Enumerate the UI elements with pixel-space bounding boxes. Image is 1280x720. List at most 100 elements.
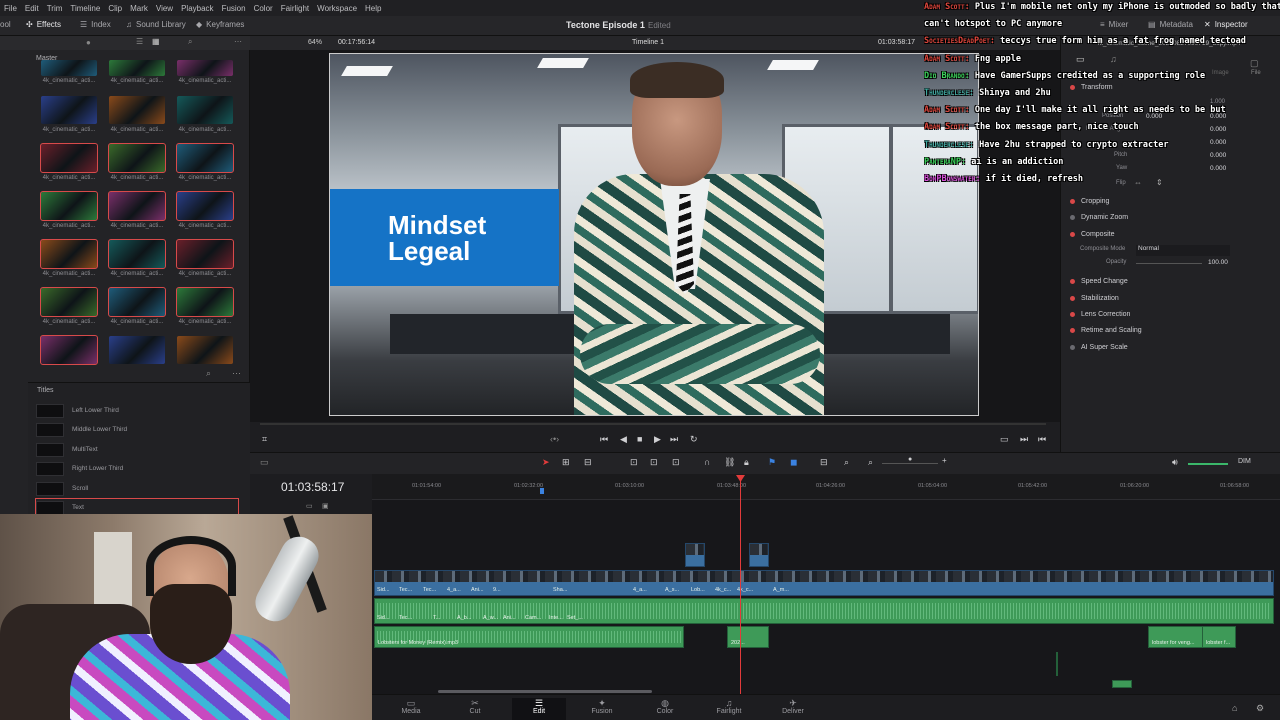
media-clip-thumbnail[interactable] (108, 239, 166, 269)
audio-track-a1[interactable]: Sid... Tec... T... A_b... A_w... Ani... Cam...… (374, 598, 1274, 624)
section-enable-dot[interactable] (1070, 198, 1075, 204)
crop-tool-icon[interactable]: ⌗ (262, 434, 267, 445)
zoom-slider-knob-icon[interactable]: ● (908, 456, 912, 463)
menu-trim[interactable]: Trim (47, 4, 63, 13)
media-clip-thumbnail[interactable] (40, 239, 98, 269)
inspector-section-cropping[interactable]: Cropping (1060, 193, 1280, 209)
section-enable-dot[interactable] (1070, 327, 1075, 333)
media-clip-thumbnail[interactable] (40, 287, 98, 317)
media-clip-thumbnail[interactable] (176, 239, 234, 269)
fullscreen-icon[interactable]: ⏮ (1038, 434, 1046, 445)
sound-library-toggle[interactable]: ♫ Sound Library (126, 20, 186, 29)
menu-playback[interactable]: Playback (181, 4, 213, 13)
title-item-middle-lower-third[interactable]: Middle Lower Third (36, 421, 238, 438)
media-clip-thumbnail[interactable] (177, 96, 233, 124)
timeline-view-options-icon[interactable]: ▭ (260, 457, 269, 468)
zoom-full-icon[interactable]: ⊟ (820, 457, 828, 468)
lower-third-title[interactable]: Mindset Legeal (330, 189, 559, 286)
page-tab-fairlight[interactable]: ♫ Fairlight (702, 698, 756, 715)
page-tab-edit[interactable]: ☰ Edit (512, 698, 566, 720)
selection-tool-icon[interactable]: ➤ (542, 457, 550, 468)
list-view-icon[interactable]: ☰ (136, 37, 143, 46)
media-clip-thumbnail[interactable] (109, 96, 165, 124)
menu-mark[interactable]: Mark (130, 4, 148, 13)
menu-workspace[interactable]: Workspace (317, 4, 357, 13)
section-enable-dot[interactable] (1070, 344, 1075, 350)
section-enable-dot[interactable] (1070, 214, 1075, 220)
menu-fusion[interactable]: Fusion (222, 4, 246, 13)
video-track-v1[interactable]: Sid... Tec... Tec... 4_a... Ani... 9... Sha...… (374, 570, 1274, 596)
media-clip-thumbnail[interactable] (40, 335, 98, 365)
loop-icon[interactable]: ↻ (690, 434, 698, 445)
zoom-in-icon[interactable]: + (942, 456, 947, 465)
more-options-icon[interactable]: ⋯ (234, 37, 242, 46)
page-tab-cut[interactable]: ✂ Cut (448, 698, 502, 715)
insert-clip-icon[interactable]: ⊡ (630, 457, 638, 468)
video-clip-v2[interactable] (685, 543, 705, 567)
effects-toggle[interactable]: ✣ Effects (26, 20, 61, 29)
effects-more-icon[interactable]: ⋯ (232, 368, 241, 379)
menu-color[interactable]: Color (254, 4, 273, 13)
go-to-start-icon[interactable]: ⏮ (600, 434, 608, 445)
jog-icon[interactable]: ‹•› (550, 434, 559, 444)
media-clip-thumbnail[interactable] (109, 60, 165, 76)
link-icon[interactable]: ⛓ (724, 457, 735, 468)
replace-clip-icon[interactable]: ⊡ (672, 457, 680, 468)
playhead[interactable] (740, 476, 741, 694)
audio-clip-music[interactable]: Lobsters for Money (Remix).mp3 (374, 626, 684, 648)
section-enable-dot[interactable] (1070, 311, 1075, 317)
scrubber-bar[interactable] (260, 423, 1046, 425)
blade-tool-icon[interactable]: ⊟ (584, 457, 592, 468)
timeline-tracks[interactable] (372, 500, 1280, 694)
volume-icon[interactable]: 🔊︎ (1172, 457, 1178, 468)
slider-knob-icon[interactable]: ● (86, 38, 91, 47)
opacity-slider[interactable] (1136, 263, 1202, 264)
title-item-right-lower-third[interactable]: Right Lower Third (36, 460, 238, 477)
media-clip-thumbnail[interactable] (108, 143, 166, 173)
overwrite-clip-icon[interactable]: ⊡ (650, 457, 658, 468)
video-clip-v2[interactable] (749, 543, 769, 567)
keyframes-toggle[interactable]: ◆ Keyframes (196, 20, 244, 29)
page-tab-media[interactable]: ▭ Media (384, 698, 438, 715)
inspector-section-dynamic-zoom[interactable]: Dynamic Zoom (1060, 209, 1280, 225)
master-volume-slider[interactable] (1188, 463, 1228, 465)
track-settings-icon[interactable]: ▭ (306, 502, 313, 510)
inspector-section-ai-super-scale[interactable]: AI Super Scale (1060, 339, 1280, 355)
go-to-end-icon[interactable]: ⏭ (670, 434, 678, 445)
page-tab-deliver[interactable]: ✈ Deliver (766, 698, 820, 715)
timeline-timecode[interactable]: 01:03:58:17 (281, 480, 344, 494)
lock-icon[interactable]: 🔒︎ (744, 457, 749, 468)
settings-gear-icon[interactable]: ⚙ (1256, 703, 1264, 714)
search-icon[interactable]: ⌕ (188, 37, 192, 47)
trim-tool-icon[interactable]: ⊞ (562, 457, 570, 468)
media-clip-thumbnail[interactable] (108, 287, 166, 317)
dim-button[interactable]: DIM (1238, 458, 1251, 465)
match-frame-icon[interactable]: ▭ (1000, 434, 1009, 445)
section-enable-dot[interactable] (1070, 278, 1075, 284)
menu-help[interactable]: Help (365, 4, 381, 13)
media-clip-thumbnail[interactable] (108, 191, 166, 221)
inspector-section-lens-correction[interactable]: Lens Correction (1060, 306, 1280, 322)
composite-mode-select[interactable]: Normal (1136, 245, 1230, 256)
snapping-icon[interactable]: ∩ (704, 457, 710, 467)
title-item-left-lower-third[interactable]: Left Lower Third (36, 402, 238, 419)
timeline-scrollbar[interactable] (438, 690, 652, 693)
menu-clip[interactable]: Clip (108, 4, 122, 13)
audio-clip-right-2[interactable]: lobster f... (1202, 626, 1236, 648)
timeline-name[interactable]: Timeline 1 (632, 39, 664, 46)
track-lock-icon[interactable]: ▣ (322, 502, 329, 510)
audio-clip-mid[interactable]: 202... (727, 626, 769, 648)
media-clip-thumbnail[interactable] (41, 60, 97, 76)
media-clip-thumbnail[interactable] (40, 191, 98, 221)
page-tab-fusion[interactable]: ✦ Fusion (575, 698, 629, 715)
effects-search-icon[interactable]: ⌕ (206, 368, 211, 379)
home-icon[interactable]: ⌂ (1232, 703, 1237, 713)
title-item-scroll[interactable]: Scroll (36, 480, 238, 497)
timeline-marker[interactable] (540, 488, 544, 494)
menu-fairlight[interactable]: Fairlight (281, 4, 309, 13)
section-enable-dot[interactable] (1070, 231, 1075, 237)
inspector-section-composite[interactable]: Composite (1060, 226, 1280, 242)
zoom-slider[interactable] (882, 463, 938, 464)
viewer-zoom[interactable]: 64% (308, 39, 322, 46)
play-reverse-icon[interactable]: ◀ (620, 434, 627, 445)
